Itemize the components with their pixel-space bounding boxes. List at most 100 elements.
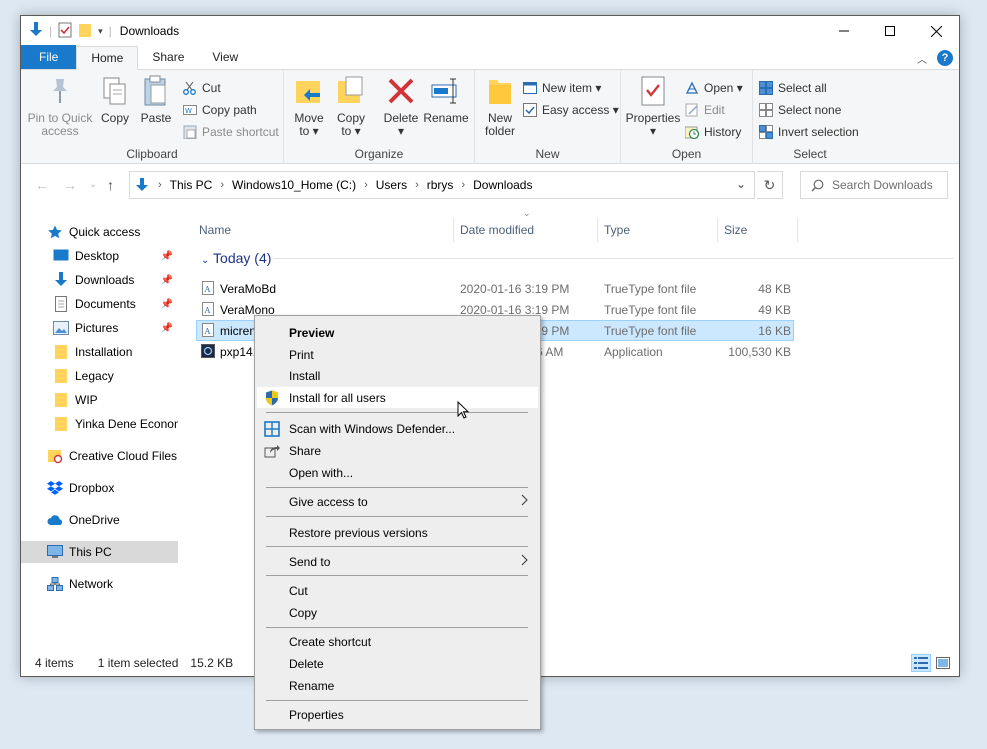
help-icon[interactable]: ? xyxy=(937,50,953,66)
paste-button[interactable]: Paste xyxy=(139,74,173,125)
pin-icon[interactable]: 📌 xyxy=(161,299,173,310)
nav-item-desktop[interactable]: Desktop 📌 xyxy=(21,245,178,267)
menu-item-delete[interactable]: Delete xyxy=(257,653,538,674)
new-folder-button[interactable]: New folder xyxy=(483,74,517,138)
tab-home[interactable]: Home xyxy=(76,46,139,70)
nav-item-wip[interactable]: WIP xyxy=(21,389,178,411)
menu-item-create-shortcut[interactable]: Create shortcut xyxy=(257,631,538,652)
nav-item-network[interactable]: Network xyxy=(21,573,178,595)
downloads-arrow-icon xyxy=(29,21,43,41)
menu-item-scan-defender[interactable]: Scan with Windows Defender... xyxy=(257,418,538,439)
cut-button-main[interactable]: Cut xyxy=(183,78,221,98)
paste-shortcut-button[interactable]: Paste shortcut xyxy=(183,122,279,142)
breadcrumb-this-pc[interactable]: This PC xyxy=(170,178,213,192)
column-header-name[interactable]: Name xyxy=(199,218,231,242)
open-button[interactable]: Open ▾ xyxy=(685,78,743,98)
menu-item-rename[interactable]: Rename xyxy=(257,675,538,696)
breadcrumb-downloads[interactable]: Downloads xyxy=(473,178,532,192)
column-header-type[interactable]: Type xyxy=(604,218,630,242)
easy-access-button[interactable]: Easy access ▾ xyxy=(523,100,619,120)
group-header-today[interactable]: ⌄ Today (4) xyxy=(201,250,271,266)
large-icons-view-button[interactable] xyxy=(933,654,953,672)
forward-arrow-icon[interactable]: → xyxy=(63,177,77,193)
customize-toolbar-icon[interactable]: ▾ xyxy=(98,26,103,37)
new-item-button[interactable]: New item ▾ xyxy=(523,78,601,98)
breadcrumb-separator-icon[interactable]: › xyxy=(220,179,224,191)
breadcrumb-separator-icon[interactable]: › xyxy=(415,179,419,191)
nav-item-legacy[interactable]: Legacy xyxy=(21,365,178,387)
address-bar[interactable]: › This PC › Windows10_Home (C:) › Users … xyxy=(129,171,755,199)
pin-icon[interactable]: 📌 xyxy=(161,323,173,334)
back-arrow-icon[interactable]: ← xyxy=(35,177,49,193)
copy-to-button[interactable]: Copy to ▾ xyxy=(334,74,368,138)
network-icon xyxy=(47,576,63,592)
folder-icon xyxy=(484,74,516,108)
address-dropdown-icon[interactable]: ⌄ xyxy=(736,177,746,191)
properties-check-icon[interactable] xyxy=(58,22,72,41)
history-icon xyxy=(685,125,699,139)
breadcrumb-drive[interactable]: Windows10_Home (C:) xyxy=(232,178,356,192)
maximize-button[interactable] xyxy=(867,16,913,46)
breadcrumb-user[interactable]: rbrys xyxy=(427,178,454,192)
column-header-size[interactable]: Size xyxy=(724,218,747,242)
menu-item-restore-previous-versions[interactable]: Restore previous versions xyxy=(257,522,538,543)
nav-item-onedrive[interactable]: OneDrive xyxy=(21,509,178,531)
tab-view[interactable]: View xyxy=(198,45,252,69)
menu-item-print[interactable]: Print xyxy=(257,344,538,365)
breadcrumb-separator-icon[interactable]: › xyxy=(364,179,368,191)
rename-button[interactable]: Rename xyxy=(423,74,469,125)
pin-icon[interactable]: 📌 xyxy=(161,275,173,286)
menu-item-copy[interactable]: Copy xyxy=(257,602,538,623)
menu-item-cut[interactable]: Cut xyxy=(257,580,538,601)
delete-button[interactable]: Delete ▾ xyxy=(382,74,420,138)
search-box[interactable]: Search Downloads xyxy=(800,171,948,199)
select-all-button[interactable]: Select all xyxy=(759,78,827,98)
breadcrumb-users[interactable]: Users xyxy=(376,178,407,192)
history-button[interactable]: History xyxy=(685,122,741,142)
uac-shield-icon xyxy=(264,390,280,406)
menu-item-give-access-to[interactable]: Give access to xyxy=(257,491,538,512)
refresh-button[interactable]: ↻ xyxy=(757,171,783,199)
pin-icon[interactable]: 📌 xyxy=(161,251,173,262)
select-none-button[interactable]: Select none xyxy=(759,100,841,120)
new-folder-icon[interactable] xyxy=(78,22,92,41)
details-view-button[interactable] xyxy=(911,654,931,672)
up-arrow-icon[interactable]: ↑ xyxy=(107,177,114,193)
tab-share[interactable]: Share xyxy=(138,45,198,69)
file-row-veramobd[interactable]: A VeraMoBd 2020-01-16 3:19 PM TrueType f… xyxy=(196,278,794,299)
tab-file[interactable]: File xyxy=(21,45,77,69)
nav-item-installation[interactable]: Installation xyxy=(21,341,178,363)
ribbon-collapse-icon[interactable]: ︿ xyxy=(917,51,927,66)
column-header-date[interactable]: Date modified xyxy=(460,218,534,242)
properties-button[interactable]: Properties ▾ xyxy=(625,74,681,138)
folder-icon xyxy=(53,392,69,408)
menu-item-open-with[interactable]: Open with... xyxy=(257,462,538,483)
nav-item-downloads[interactable]: Downloads 📌 xyxy=(21,269,178,291)
nav-item-documents[interactable]: Documents 📌 xyxy=(21,293,178,315)
nav-item-pictures[interactable]: Pictures 📌 xyxy=(21,317,178,339)
menu-item-install-for-all-users[interactable]: Install for all users xyxy=(257,387,538,408)
nav-item-quick-access[interactable]: Quick access xyxy=(21,221,178,243)
pin-to-quick-access-button[interactable]: Pin to Quick access xyxy=(27,74,93,138)
edit-button[interactable]: Edit xyxy=(685,100,725,120)
invert-selection-button[interactable]: Invert selection xyxy=(759,122,859,142)
menu-item-install[interactable]: Install xyxy=(257,365,538,386)
menu-item-send-to[interactable]: Send to xyxy=(257,551,538,572)
breadcrumb-separator-icon[interactable]: › xyxy=(461,179,465,191)
group-collapse-icon[interactable]: ⌄ xyxy=(201,255,209,266)
menu-item-properties[interactable]: Properties xyxy=(257,704,538,725)
move-to-button[interactable]: Move to ▾ xyxy=(292,74,326,138)
nav-item-dropbox[interactable]: Dropbox xyxy=(21,477,178,499)
nav-item-yinka-dene[interactable]: Yinka Dene Econom xyxy=(21,413,178,435)
recent-locations-icon[interactable]: ⌄ xyxy=(89,179,97,190)
close-button[interactable] xyxy=(913,16,959,46)
menu-item-share[interactable]: Share xyxy=(257,440,538,461)
nav-item-creative-cloud[interactable]: Creative Cloud Files xyxy=(21,445,178,467)
minimize-button[interactable] xyxy=(821,16,867,46)
menu-item-preview[interactable]: Preview xyxy=(257,322,538,343)
nav-item-this-pc[interactable]: This PC xyxy=(21,541,178,563)
star-icon xyxy=(47,224,63,240)
downloads-location-icon xyxy=(134,177,150,193)
copy-button[interactable]: Copy xyxy=(99,74,131,125)
copy-path-button[interactable]: W Copy path xyxy=(183,100,257,120)
